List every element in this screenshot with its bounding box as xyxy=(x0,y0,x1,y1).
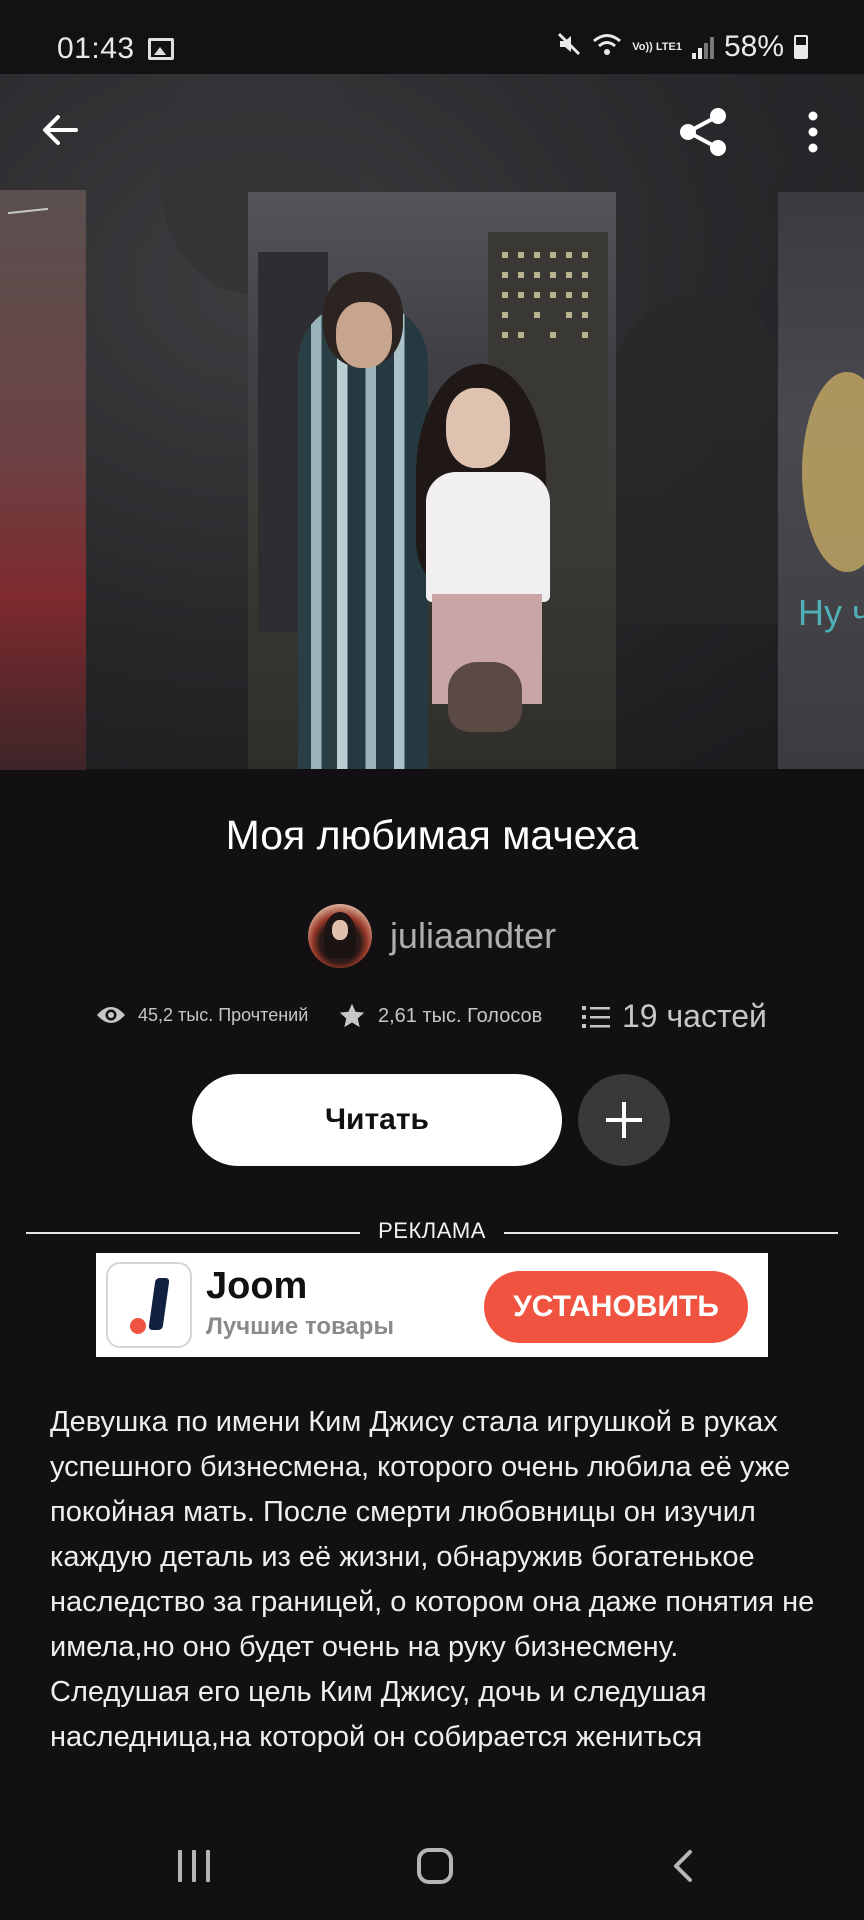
status-time: 01:43 xyxy=(57,32,135,65)
arrow-left-icon xyxy=(43,115,78,145)
votes-stat: 2,61 тыс. Голосов xyxy=(338,1002,542,1030)
more-vertical-icon xyxy=(808,111,818,153)
battery-percent: 58% xyxy=(723,30,784,63)
description-paragraph: Следушая его цель Ким Джису, дочь и след… xyxy=(50,1676,707,1753)
read-button[interactable]: Читать xyxy=(192,1074,562,1166)
reads-stat: 45,2 тыс. Прочтений xyxy=(96,1004,308,1026)
recent-apps-button[interactable] xyxy=(178,1850,212,1882)
author-name[interactable]: juliaandter xyxy=(390,915,556,957)
next-cover[interactable]: Ну ч xyxy=(778,192,864,769)
eye-icon xyxy=(97,1007,125,1023)
reads-count: 45,2 тыс. Прочтений xyxy=(138,1004,309,1025)
more-options-button[interactable] xyxy=(792,106,834,158)
add-to-library-button[interactable] xyxy=(578,1074,670,1166)
gallery-notification-icon xyxy=(148,38,174,60)
system-back-button[interactable] xyxy=(666,1848,702,1884)
story-stats: 45,2 тыс. Прочтений 2,61 тыс. Голосов 19… xyxy=(0,998,864,1042)
ad-brand: Joom xyxy=(206,1265,308,1307)
parts-count[interactable]: 19 частей xyxy=(622,998,767,1035)
share-button[interactable] xyxy=(678,106,730,158)
avatar[interactable] xyxy=(307,904,372,968)
author-link[interactable]: juliaandter xyxy=(0,904,864,968)
joom-logo xyxy=(106,1262,192,1348)
status-icons: Vo)) LTE1 58% xyxy=(556,30,808,64)
home-button[interactable] xyxy=(417,1848,453,1884)
chevron-left-icon xyxy=(674,1850,692,1882)
description-paragraph: Девушка по имени Ким Джису стала игрушко… xyxy=(50,1406,815,1663)
ad-divider: РЕКЛАМА xyxy=(26,1218,838,1248)
system-nav-bar xyxy=(0,1810,864,1920)
share-icon xyxy=(680,108,726,156)
book-cover[interactable] xyxy=(248,192,616,769)
signal-icon xyxy=(691,35,714,59)
back-button[interactable] xyxy=(36,106,84,154)
wifi-icon xyxy=(592,32,622,63)
next-cover-text: Ну ч xyxy=(798,592,864,633)
story-description: Девушка по имени Ким Джису стала игрушко… xyxy=(50,1400,830,1810)
votes-count: 2,61 тыс. Голосов xyxy=(378,1004,543,1027)
battery-icon xyxy=(794,35,808,59)
ad-tagline: Лучшие товары xyxy=(206,1313,394,1340)
status-bar: 01:43 Vo)) LTE1 58% xyxy=(0,0,864,74)
ad-label: РЕКЛАМА xyxy=(378,1218,486,1243)
parts-stat[interactable]: 19 частей xyxy=(582,998,767,1035)
previous-cover[interactable] xyxy=(0,190,86,770)
ad-install-button[interactable]: УСТАНОВИТЬ xyxy=(484,1271,748,1343)
ad-banner[interactable]: Joom Лучшие товары УСТАНОВИТЬ xyxy=(96,1253,768,1357)
star-icon xyxy=(339,1003,365,1028)
list-icon xyxy=(582,1005,610,1028)
mute-icon xyxy=(556,31,582,64)
story-title: Моя любимая мачеха xyxy=(225,812,639,858)
network-type-label: Vo)) LTE1 xyxy=(632,40,682,53)
